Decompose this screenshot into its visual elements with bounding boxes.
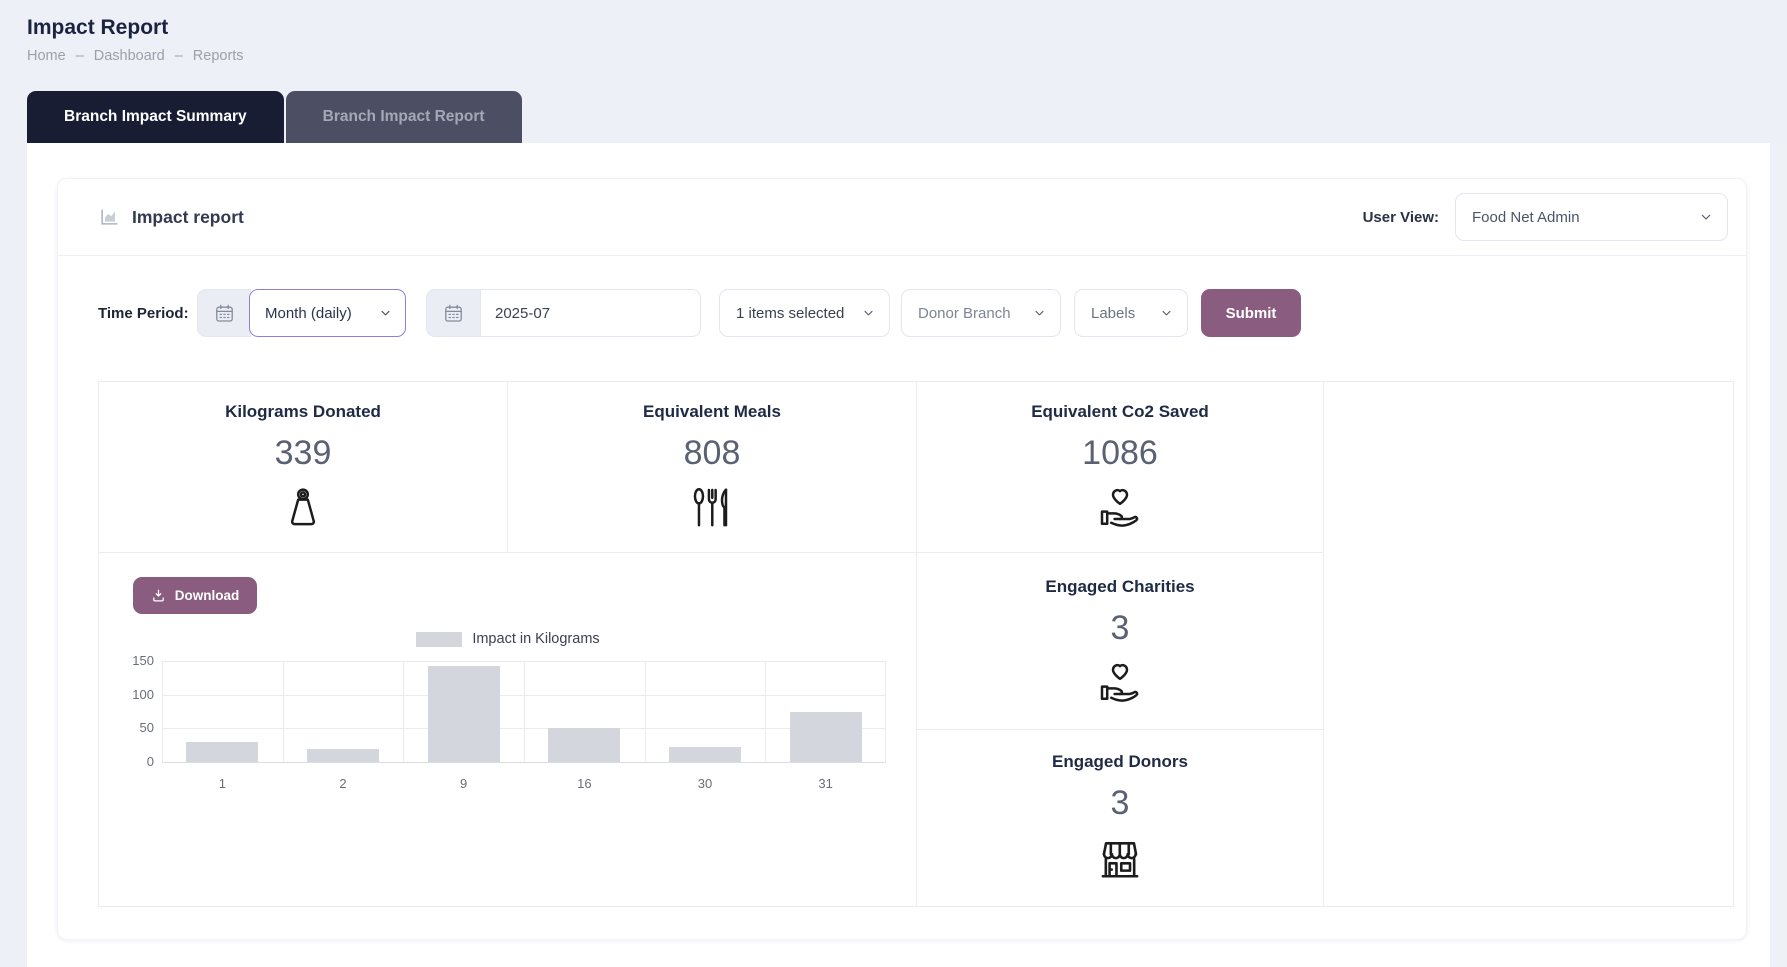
stat-title: Equivalent Meals (643, 402, 781, 422)
weight-icon (280, 485, 326, 531)
card-header: Impact report User View: Food Net Admin (58, 179, 1746, 256)
bar-day-30 (669, 747, 741, 762)
x-gridline (162, 661, 163, 762)
donor-branch-select[interactable]: Donor Branch (901, 289, 1061, 337)
breadcrumb: Home–Dashboard–Reports (27, 48, 244, 64)
x-gridline (283, 661, 284, 762)
stat-value: 3 (1111, 609, 1130, 648)
stat-kilograms-donated: Kilograms Donated 339 (99, 382, 508, 553)
granularity-value: Month (daily) (265, 305, 352, 322)
stat-title: Engaged Charities (1045, 577, 1194, 597)
y-tick-label: 100 (110, 687, 154, 702)
x-tick-label: 1 (162, 776, 283, 791)
stats-grid: Kilograms Donated 339 Equivalent Meals 8… (98, 381, 1734, 907)
x-gridline (885, 661, 886, 762)
scrollbar-track[interactable] (1770, 143, 1787, 967)
bar-day-31 (790, 712, 862, 763)
hand-heart-icon (1096, 660, 1144, 708)
y-tick-label: 0 (110, 754, 154, 769)
bar-day-2 (307, 749, 379, 762)
x-tick-label: 9 (403, 776, 524, 791)
user-view-select[interactable]: Food Net Admin (1455, 193, 1728, 241)
x-tick-label: 30 (645, 776, 766, 791)
x-tick-label: 31 (765, 776, 886, 791)
user-view-label: User View: (1363, 209, 1439, 226)
card-title: Impact report (132, 207, 244, 228)
download-label: Download (175, 588, 240, 603)
bar-day-9 (428, 666, 500, 762)
labels-value: Labels (1091, 305, 1135, 322)
stat-value: 3 (1111, 784, 1130, 823)
y-tick-label: 150 (110, 653, 154, 668)
hand-heart-icon (1096, 485, 1144, 533)
bar-chart: 050100150129163031 (162, 661, 886, 762)
empty-cell (1324, 382, 1733, 906)
items-selected-value: 1 items selected (736, 305, 844, 322)
chevron-down-icon (1032, 306, 1047, 321)
stat-title: Equivalent Co2 Saved (1031, 402, 1209, 422)
breadcrumb-link-reports[interactable]: Reports (193, 48, 244, 64)
x-gridline (645, 661, 646, 762)
month-group (426, 289, 701, 337)
bar-day-16 (548, 728, 620, 762)
breadcrumb-separator: – (76, 48, 84, 64)
chart-cell: Download Impact in Kilograms 05010015012… (99, 553, 917, 906)
cutlery-icon (689, 485, 735, 531)
chevron-down-icon (378, 306, 393, 321)
breadcrumb-link-home[interactable]: Home (27, 48, 66, 64)
donor-branch-value: Donor Branch (918, 305, 1011, 322)
stat-title: Engaged Donors (1052, 752, 1188, 772)
chevron-down-icon (1159, 306, 1174, 321)
legend-swatch (416, 632, 462, 647)
x-gridline (524, 661, 525, 762)
stat-value: 339 (275, 434, 332, 473)
stat-engaged-donors: Engaged Donors 3 (917, 730, 1324, 906)
labels-select[interactable]: Labels (1074, 289, 1188, 337)
stat-engaged-charities: Engaged Charities 3 (917, 553, 1324, 730)
stat-title: Kilograms Donated (225, 402, 381, 422)
calendar-icon (197, 289, 251, 337)
stat-co2-saved: Equivalent Co2 Saved 1086 (917, 382, 1324, 553)
granularity-select[interactable]: Month (daily) (249, 289, 406, 337)
calendar-icon (426, 289, 480, 337)
page-title: Impact Report (27, 16, 168, 40)
granularity-group: Month (daily) (197, 289, 406, 337)
breadcrumb-separator: – (175, 48, 183, 64)
x-tick-label: 2 (283, 776, 404, 791)
chart-legend: Impact in Kilograms (99, 631, 917, 647)
tab-branch-impact-summary[interactable]: Branch Impact Summary (27, 91, 284, 143)
x-gridline (765, 661, 766, 762)
bar-day-1 (186, 742, 258, 762)
y-tick-label: 50 (110, 720, 154, 735)
month-input[interactable] (495, 305, 686, 322)
store-icon (1095, 835, 1145, 885)
x-tick-label: 16 (524, 776, 645, 791)
report-chart-icon (98, 206, 120, 228)
user-view-value: Food Net Admin (1472, 209, 1580, 226)
stat-equivalent-meals: Equivalent Meals 808 (508, 382, 917, 553)
legend-label: Impact in Kilograms (472, 631, 599, 647)
stat-value: 1086 (1082, 434, 1158, 473)
download-button[interactable]: Download (133, 577, 257, 614)
branches-select[interactable]: 1 items selected (719, 289, 890, 337)
x-axis-line (162, 762, 886, 763)
chevron-down-icon (1698, 209, 1714, 225)
x-gridline (403, 661, 404, 762)
impact-report-card: Impact report User View: Food Net Admin … (57, 178, 1747, 940)
time-period-label: Time Period: (98, 305, 189, 322)
submit-button[interactable]: Submit (1201, 289, 1301, 337)
stat-value: 808 (684, 434, 741, 473)
chevron-down-icon (861, 306, 876, 321)
download-icon (151, 588, 166, 603)
tab-bar: Branch Impact SummaryBranch Impact Repor… (27, 91, 524, 143)
tab-branch-impact-report[interactable]: Branch Impact Report (286, 91, 522, 143)
breadcrumb-link-dashboard[interactable]: Dashboard (94, 48, 165, 64)
